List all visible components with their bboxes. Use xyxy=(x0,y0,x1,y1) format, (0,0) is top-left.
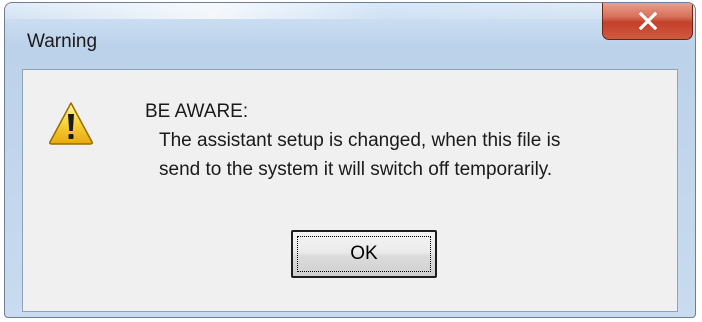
message-line: send to the system it will switch off te… xyxy=(159,159,553,180)
warning-icon xyxy=(49,102,93,145)
warning-dialog: Warning BE AWARE: The assistant setup is… xyxy=(4,2,696,318)
message-heading: BE AWARE: xyxy=(145,101,249,122)
close-button[interactable] xyxy=(602,3,693,40)
dialog-message: BE AWARE: The assistant setup is changed… xyxy=(145,97,560,184)
ok-button-label: OK xyxy=(297,236,431,272)
message-line: The assistant setup is changed, when thi… xyxy=(159,130,561,151)
ok-button[interactable]: OK xyxy=(291,230,437,278)
close-icon xyxy=(638,11,657,30)
dialog-content: BE AWARE: The assistant setup is changed… xyxy=(22,69,678,312)
dialog-title: Warning xyxy=(27,31,98,52)
